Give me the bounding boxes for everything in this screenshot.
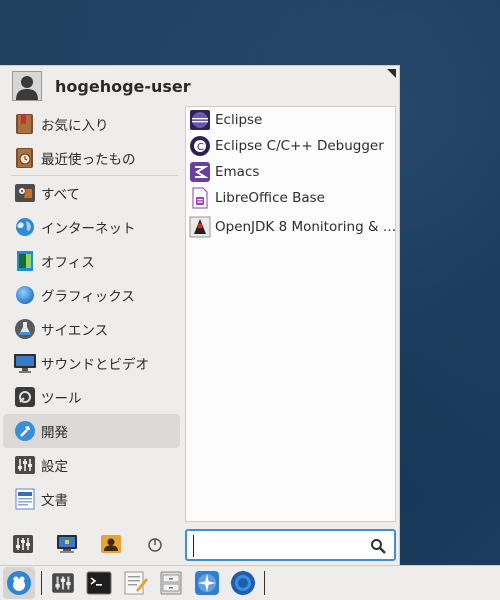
settings-sliders-icon: [52, 573, 74, 593]
search-icon: [371, 539, 386, 554]
xfce-mouse-logo-icon: [7, 571, 31, 595]
app-item-eclipse[interactable]: Eclipse: [186, 107, 395, 133]
app-item-eclipse-cdt[interactable]: C Eclipse C/C++ Debugger: [186, 133, 395, 159]
app-label: LibreOffice Base: [215, 190, 325, 206]
whisker-menu-button[interactable]: [3, 567, 35, 599]
panel-terminal-launcher[interactable]: [84, 568, 114, 598]
recent-clock-icon: [16, 148, 33, 168]
app-label: OpenJDK 8 Monitoring & …: [215, 219, 395, 235]
eclipse-icon: [190, 110, 210, 130]
username: hogehoge-user: [55, 76, 191, 96]
menu-actions: [10, 531, 186, 557]
category-label: インターネット: [41, 221, 136, 237]
all-apps-icon: [15, 184, 35, 202]
panel-separator: [41, 571, 42, 595]
category-label: 最近使ったもの: [41, 152, 136, 168]
category-development[interactable]: 開発: [3, 414, 180, 448]
power-icon: [148, 538, 162, 552]
application-list: Eclipse C Eclipse C/C++ Debugger Emacs L…: [185, 106, 396, 522]
panel-web-browser-launcher[interactable]: [192, 568, 222, 598]
tools-icon: [15, 387, 35, 407]
category-label: ツール: [41, 391, 82, 407]
gear-magnifier-icon: [230, 570, 256, 596]
category-office[interactable]: オフィス: [3, 244, 180, 278]
category-label: 開発: [41, 425, 68, 441]
user-avatar-icon: [12, 71, 42, 101]
bottom-panel: [0, 565, 500, 600]
settings-sliders-icon: [13, 535, 33, 553]
web-browser-compass-icon: [195, 571, 219, 595]
category-internet[interactable]: インターネット: [3, 210, 180, 244]
resize-handle[interactable]: [387, 69, 396, 78]
lock-screen-button[interactable]: [54, 531, 80, 557]
app-item-libreoffice-base[interactable]: LibreOffice Base: [186, 185, 395, 211]
category-label: グラフィックス: [41, 289, 135, 305]
category-label: 設定: [41, 459, 68, 475]
monitor-media-icon: [14, 354, 36, 373]
category-recent[interactable]: 最近使ったもの: [3, 141, 180, 175]
panel-separator: [264, 571, 265, 595]
category-label: オフィス: [41, 255, 95, 271]
app-label: Emacs: [215, 164, 260, 180]
openjdk-duke-icon: [189, 216, 211, 238]
text-editor-icon: [124, 571, 148, 595]
log-out-button[interactable]: [142, 531, 168, 557]
documents-icon: [15, 488, 35, 510]
libreoffice-base-icon: [192, 187, 208, 209]
category-label: お気に入り: [41, 118, 109, 134]
panel-settings-launcher[interactable]: [48, 568, 78, 598]
eclipse-cdt-icon: C: [190, 136, 210, 156]
category-tools[interactable]: ツール: [3, 380, 180, 414]
file-cabinet-icon: [160, 571, 182, 595]
category-documents[interactable]: 文書: [3, 482, 180, 516]
terminal-icon: [86, 571, 112, 595]
category-sound-video[interactable]: サウンドとビデオ: [3, 346, 180, 380]
category-graphics[interactable]: グラフィックス: [3, 278, 180, 312]
settings-manager-button[interactable]: [10, 531, 36, 557]
category-label: サウンドとビデオ: [41, 357, 149, 373]
settings-sliders-icon: [15, 456, 35, 474]
panel-text-editor-launcher[interactable]: [120, 568, 150, 598]
category-label: 文書: [41, 493, 68, 509]
search-input[interactable]: [193, 535, 368, 557]
category-favorites[interactable]: お気に入り: [3, 107, 180, 141]
user-header: hogehoge-user: [12, 70, 191, 102]
science-flask-icon: [15, 319, 35, 339]
internet-globe-icon: [16, 218, 34, 236]
category-label: サイエンス: [41, 323, 109, 339]
office-document-icon: [17, 251, 33, 271]
category-label: すべて: [41, 187, 81, 203]
category-science[interactable]: サイエンス: [3, 312, 180, 346]
app-item-emacs[interactable]: Emacs: [186, 159, 395, 185]
search-box: [185, 529, 396, 561]
app-label: Eclipse: [215, 112, 263, 128]
category-settings[interactable]: 設定: [3, 448, 180, 482]
switch-user-button[interactable]: [98, 531, 124, 557]
development-hammer-icon: [15, 421, 35, 441]
category-all[interactable]: すべて: [3, 176, 180, 210]
app-label: Eclipse C/C++ Debugger: [215, 138, 384, 154]
panel-file-manager-launcher[interactable]: [156, 568, 186, 598]
whisker-menu: hogehoge-user お気に入り 最近使ったもの すべて インターネット …: [0, 65, 400, 565]
graphics-sphere-icon: [16, 286, 34, 304]
svg-text:C: C: [197, 142, 204, 153]
bookmark-icon: [16, 114, 33, 134]
lock-screen-monitor-icon: [57, 535, 77, 553]
switch-user-icon: [101, 535, 121, 553]
app-item-openjdk-monitoring[interactable]: OpenJDK 8 Monitoring & …: [186, 211, 395, 243]
panel-app-finder-launcher[interactable]: [228, 568, 258, 598]
category-list: お気に入り 最近使ったもの すべて インターネット オフィス グラフィックス サ…: [3, 107, 180, 516]
emacs-icon: [190, 162, 210, 182]
